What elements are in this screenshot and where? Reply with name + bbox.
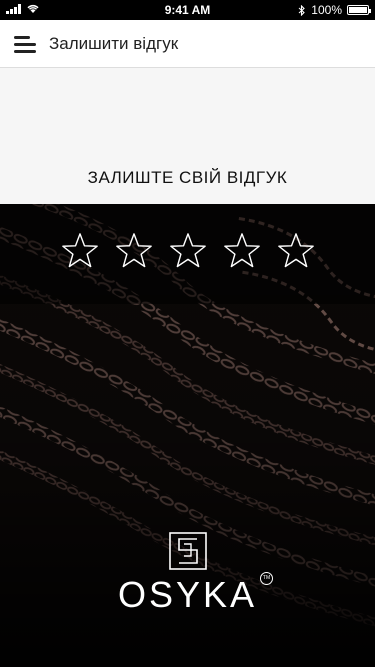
hero-section: OSYKA TM	[0, 204, 375, 667]
hamburger-menu-icon[interactable]	[14, 34, 38, 54]
trademark-badge: TM	[260, 572, 274, 585]
review-prompt-area: ЗАЛИШТЕ СВІЙ ВІДГУК	[0, 68, 375, 204]
bluetooth-icon	[298, 4, 306, 16]
star-icon-3[interactable]	[169, 232, 207, 270]
brand-logo: OSYKA TM	[0, 532, 375, 616]
star-icon-1[interactable]	[61, 232, 99, 270]
rating-band	[0, 204, 375, 304]
battery-percent: 100%	[311, 3, 342, 17]
review-prompt: ЗАЛИШТЕ СВІЙ ВІДГУК	[87, 168, 288, 187]
status-bar: 9:41 AM 100%	[0, 0, 375, 20]
star-icon-4[interactable]	[223, 232, 261, 270]
page-title: Залишити відгук	[49, 34, 179, 53]
star-icon-2[interactable]	[115, 232, 153, 270]
brand-wordmark: OSYKA TM	[117, 572, 274, 616]
battery-icon	[347, 5, 371, 15]
status-right: 100%	[298, 3, 371, 17]
app-bar: Залишити відгук	[0, 20, 375, 68]
brand-name: OSYKA	[117, 574, 258, 615]
osyka-logo-icon	[168, 532, 207, 570]
star-rating	[0, 232, 375, 270]
star-icon-5[interactable]	[277, 232, 315, 270]
